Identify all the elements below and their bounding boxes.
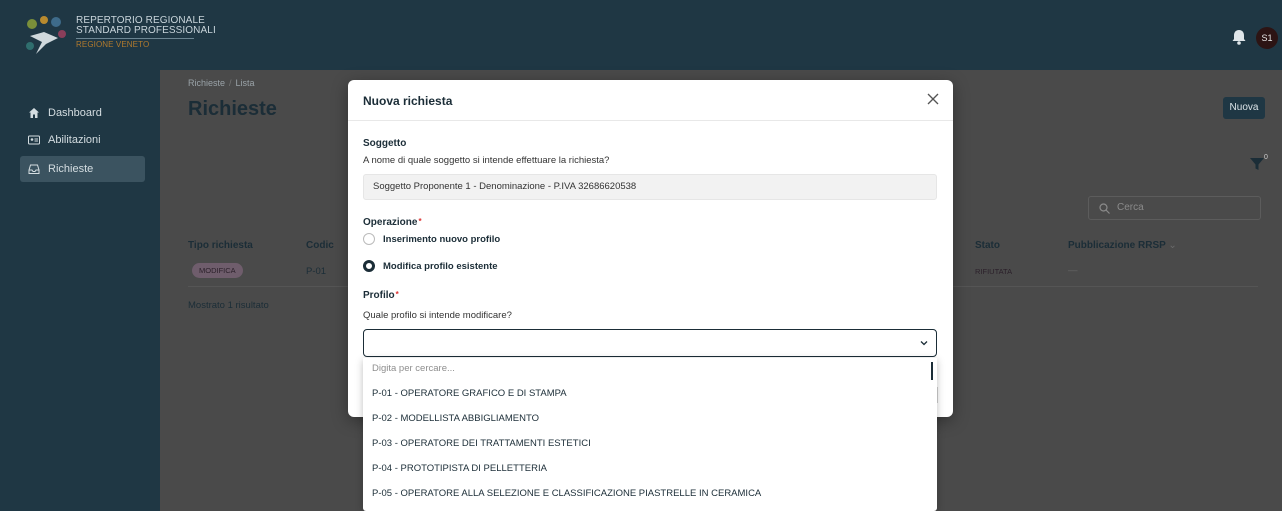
profilo-label: Profilo* xyxy=(363,290,399,301)
search-input[interactable]: Cerca xyxy=(1088,196,1261,220)
dropdown-option[interactable]: P-05 - OPERATORE ALLA SELEZIONE E CLASSI… xyxy=(363,481,937,506)
soggetto-label: Soggetto xyxy=(363,138,407,149)
sidebar-item-label: Dashboard xyxy=(48,107,102,119)
column-header-stato[interactable]: Stato xyxy=(975,240,1000,251)
operazione-label: Operazione* xyxy=(363,217,422,228)
page-title: Richieste xyxy=(188,98,277,120)
avatar[interactable]: S1 xyxy=(1256,27,1278,49)
table-cell-pubblicazione: — xyxy=(1068,265,1078,276)
logo-icon[interactable] xyxy=(22,14,70,58)
breadcrumb-item: Lista xyxy=(235,78,255,88)
column-header-pubblicazione[interactable]: Pubblicazione RRSP ⌄ xyxy=(1068,240,1177,251)
inbox-icon xyxy=(28,164,40,174)
column-header-codice[interactable]: Codic xyxy=(306,240,334,251)
radio-circle-selected[interactable] xyxy=(363,260,375,272)
radio-circle[interactable] xyxy=(363,233,375,245)
chevron-down-icon xyxy=(920,341,928,346)
soggetto-field[interactable]: Soggetto Proponente 1 - Denominazione - … xyxy=(363,174,937,200)
dropdown-option[interactable]: P-04 - PROTOTIPISTA DI PELLETTERIA xyxy=(363,456,937,481)
dropdown-option[interactable]: P-02 - MODELLISTA ABBIGLIAMENTO xyxy=(363,406,937,431)
id-card-icon xyxy=(28,135,40,145)
search-icon xyxy=(1099,203,1110,214)
table-cell-stato: RIFIUTATA xyxy=(975,267,1013,276)
radio-label: Modifica profilo esistente xyxy=(383,260,498,272)
radio-modifica[interactable]: Modifica profilo esistente xyxy=(363,260,498,272)
filter-icon[interactable] xyxy=(1249,156,1265,172)
radio-inserimento[interactable]: Inserimento nuovo profilo xyxy=(363,233,500,245)
bell-icon[interactable] xyxy=(1229,27,1249,47)
dropdown-scrollbar[interactable] xyxy=(931,362,933,380)
required-mark: * xyxy=(395,290,399,299)
close-icon[interactable] xyxy=(927,93,939,105)
filter-count: 0 xyxy=(1264,154,1268,161)
dropdown-search-input[interactable]: Digita per cercare... xyxy=(363,358,937,380)
sidebar-item-richieste[interactable]: Richieste xyxy=(20,156,145,182)
radio-label: Inserimento nuovo profilo xyxy=(383,233,501,245)
table-cell-codice: P-01 xyxy=(306,266,327,277)
modal-divider xyxy=(348,120,953,121)
sidebar: Dashboard Abilitazioni Richieste xyxy=(0,70,160,511)
breadcrumb-item[interactable]: Richieste xyxy=(188,78,225,88)
sidebar-item-abilitazioni[interactable]: Abilitazioni xyxy=(20,127,145,153)
profilo-label-text: Profilo xyxy=(363,290,395,301)
profilo-hint: Quale profilo si intende modificare? xyxy=(363,310,512,321)
new-request-button[interactable]: Nuova xyxy=(1223,97,1265,119)
search-placeholder: Cerca xyxy=(1117,202,1144,213)
results-count: Mostrato 1 risultato xyxy=(188,300,269,311)
column-header-label: Pubblicazione RRSP xyxy=(1068,240,1166,251)
home-icon xyxy=(29,108,39,118)
profilo-select[interactable] xyxy=(363,329,937,357)
status-badge: MODIFICA xyxy=(192,263,243,278)
sidebar-item-label: Abilitazioni xyxy=(48,134,101,146)
sidebar-item-label: Richieste xyxy=(48,163,94,175)
top-bar: REPERTORIO REGIONALE STANDARD PROFESSION… xyxy=(0,0,1282,70)
operazione-label-text: Operazione xyxy=(363,217,418,228)
profilo-dropdown: Digita per cercare... P-01 - OPERATORE G… xyxy=(363,358,937,511)
dropdown-option[interactable]: P-01 - OPERATORE GRAFICO E DI STAMPA xyxy=(363,381,937,406)
brand-line2: STANDARD PROFESSIONALI xyxy=(76,25,216,36)
required-mark: * xyxy=(418,217,422,226)
soggetto-hint: A nome di quale soggetto si intende effe… xyxy=(363,155,610,166)
sidebar-item-dashboard[interactable]: Dashboard xyxy=(20,100,145,126)
brand: REPERTORIO REGIONALE STANDARD PROFESSION… xyxy=(76,16,216,50)
brand-line3: REGIONE VENETO xyxy=(76,38,194,50)
breadcrumb: Richieste / Lista xyxy=(188,78,255,88)
dropdown-option[interactable]: P-03 - OPERATORE DEI TRATTAMENTI ESTETIC… xyxy=(363,431,937,456)
modal-title: Nuova richiesta xyxy=(363,94,453,108)
column-header-tipo[interactable]: Tipo richiesta xyxy=(188,240,253,251)
chevron-down-icon: ⌄ xyxy=(1168,240,1177,251)
